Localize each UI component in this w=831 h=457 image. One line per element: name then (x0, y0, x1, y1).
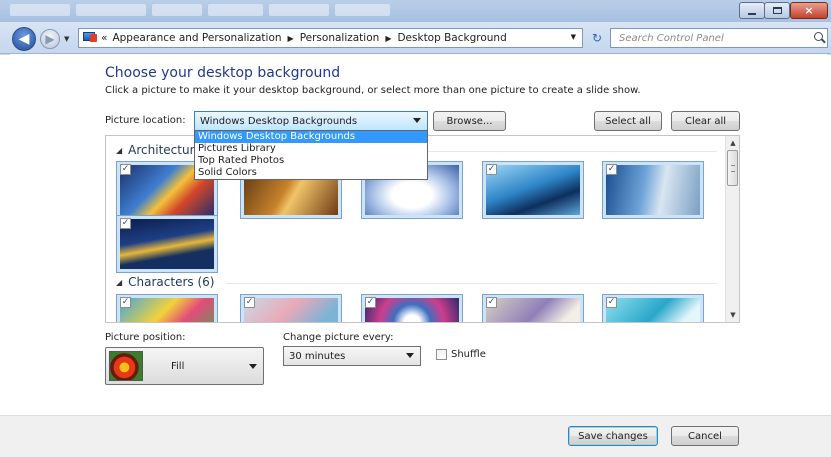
minimize-icon (748, 12, 756, 15)
blurred-tab (10, 4, 70, 16)
dropdown-option-top-rated-photos[interactable]: Top Rated Photos (195, 155, 427, 167)
main-content: Choose your desktop background Click a p… (0, 55, 831, 415)
thumbnail-checkbox[interactable]: ✓ (120, 218, 131, 229)
thumbnail-checkbox[interactable]: ✓ (120, 164, 131, 175)
chevron-down-icon (413, 118, 421, 123)
thumbnail-checkbox[interactable]: ✓ (486, 297, 497, 308)
dropdown-option-windows-desktop-backgrounds[interactable]: Windows Desktop Backgrounds (195, 131, 427, 143)
thumbnail-checkbox[interactable]: ✓ (606, 164, 617, 175)
thumbnail-checkbox[interactable]: ✓ (606, 297, 617, 308)
wallpaper-thumbnail[interactable]: ✓ (240, 294, 342, 322)
wallpaper-thumbnail[interactable]: ✓ (361, 294, 463, 322)
dropdown-option-pictures-library[interactable]: Pictures Library (195, 143, 427, 155)
wallpaper-thumbnail[interactable]: ✓ (116, 294, 218, 322)
minimize-button[interactable] (739, 2, 765, 19)
picture-position-select[interactable]: Fill (105, 347, 264, 385)
breadcrumb-appearance[interactable]: Appearance and Personalization (112, 32, 281, 44)
change-interval-select[interactable]: 30 minutes (283, 346, 421, 366)
browse-button[interactable]: Browse... (433, 111, 506, 131)
search-placeholder: Search Control Panel (619, 32, 724, 44)
group-header-architecture[interactable]: ◢ Architecture (116, 143, 202, 157)
save-changes-button[interactable]: Save changes (568, 426, 658, 446)
wallpaper-thumbnail[interactable]: ✓ (602, 294, 704, 322)
wallpaper-thumbnail[interactable]: ✓ (482, 161, 584, 219)
forward-button[interactable]: ▶ (40, 29, 60, 49)
blurred-tab (76, 4, 146, 16)
scrollbar-thumb[interactable] (727, 150, 738, 186)
maximize-icon (772, 7, 782, 14)
change-interval-value: 30 minutes (289, 350, 346, 362)
wallpaper-thumbnail[interactable]: ✓ (482, 294, 584, 322)
page-instructions: Click a picture to make it your desktop … (105, 85, 641, 96)
scroll-down-icon[interactable]: ▼ (726, 308, 739, 322)
picture-location-select[interactable]: Windows Desktop Backgrounds (194, 111, 428, 131)
back-arrow-icon: ◀ (18, 31, 30, 47)
address-dropdown-icon[interactable]: ▼ (571, 33, 576, 41)
breadcrumb-separator-icon[interactable]: ▶ (385, 34, 391, 43)
blurred-tab (152, 4, 202, 16)
group-divider (226, 283, 717, 284)
page-title: Choose your desktop background (105, 65, 341, 81)
taskbar-tabs (10, 4, 390, 16)
blurred-tab (269, 4, 329, 16)
picture-position-label: Picture position: (105, 332, 186, 343)
group-title: Characters (6) (128, 275, 215, 289)
position-preview-image (109, 351, 143, 381)
footer-bar: Save changes Cancel (0, 415, 831, 457)
search-input[interactable]: Search Control Panel (610, 28, 828, 48)
picture-location-dropdown[interactable]: Windows Desktop Backgrounds Pictures Lib… (194, 130, 428, 180)
scroll-up-icon[interactable]: ▲ (726, 136, 739, 150)
address-bar[interactable]: « Appearance and Personalization ▶ Perso… (78, 28, 583, 48)
collapse-triangle-icon: ◢ (116, 277, 123, 287)
close-button[interactable]: × (790, 2, 828, 19)
dropdown-option-solid-colors[interactable]: Solid Colors (195, 167, 427, 179)
breadcrumb-desktop-background[interactable]: Desktop Background (397, 32, 506, 44)
breadcrumb-separator-icon[interactable]: ▶ (288, 34, 294, 43)
picture-location-value: Windows Desktop Backgrounds (200, 115, 358, 127)
thumbnail-checkbox[interactable]: ✓ (120, 297, 131, 308)
clear-all-button[interactable]: Clear all (671, 111, 740, 131)
blurred-tab (208, 4, 263, 16)
thumbnail-checkbox[interactable]: ✓ (244, 297, 255, 308)
thumbnail-checkbox[interactable]: ✓ (486, 164, 497, 175)
select-all-button[interactable]: Select all (594, 111, 662, 131)
breadcrumb-personalization[interactable]: Personalization (300, 32, 380, 44)
wallpaper-thumbnail[interactable]: ✓ (602, 161, 704, 219)
group-title: Architecture (128, 143, 202, 157)
shuffle-checkbox[interactable]: Shuffle (436, 349, 486, 360)
shuffle-label: Shuffle (451, 349, 486, 360)
back-button[interactable]: ◀ (12, 27, 36, 51)
control-panel-icon (83, 32, 97, 44)
title-bar: × (0, 0, 831, 22)
chevron-down-icon (249, 364, 257, 369)
group-header-characters[interactable]: ◢ Characters (6) (116, 275, 214, 289)
navigation-bar: ◀ ▶ ▼ « Appearance and Personalization ▶… (0, 22, 831, 54)
blurred-tab (335, 4, 390, 16)
search-icon[interactable] (814, 32, 823, 41)
picture-position-value: Fill (171, 360, 185, 372)
cancel-button[interactable]: Cancel (671, 426, 739, 446)
chevron-down-icon (406, 353, 414, 358)
forward-arrow-icon: ▶ (45, 32, 55, 46)
wallpaper-thumbnail[interactable]: ✓ (116, 215, 218, 273)
refresh-button[interactable]: ↻ (586, 28, 608, 48)
close-icon: × (804, 4, 814, 17)
refresh-icon: ↻ (591, 31, 603, 45)
picture-location-label: Picture location: (105, 115, 186, 126)
address-overflow-chevron[interactable]: « (101, 32, 107, 44)
change-interval-label: Change picture every: (283, 332, 394, 343)
collapse-triangle-icon: ◢ (116, 145, 123, 155)
maximize-button[interactable] (764, 2, 790, 19)
checkbox-box[interactable] (436, 349, 447, 360)
vertical-scrollbar[interactable]: ▲ ▼ (725, 136, 739, 322)
recent-pages-dropdown-icon[interactable]: ▼ (64, 35, 69, 43)
thumbnail-checkbox[interactable]: ✓ (365, 297, 376, 308)
